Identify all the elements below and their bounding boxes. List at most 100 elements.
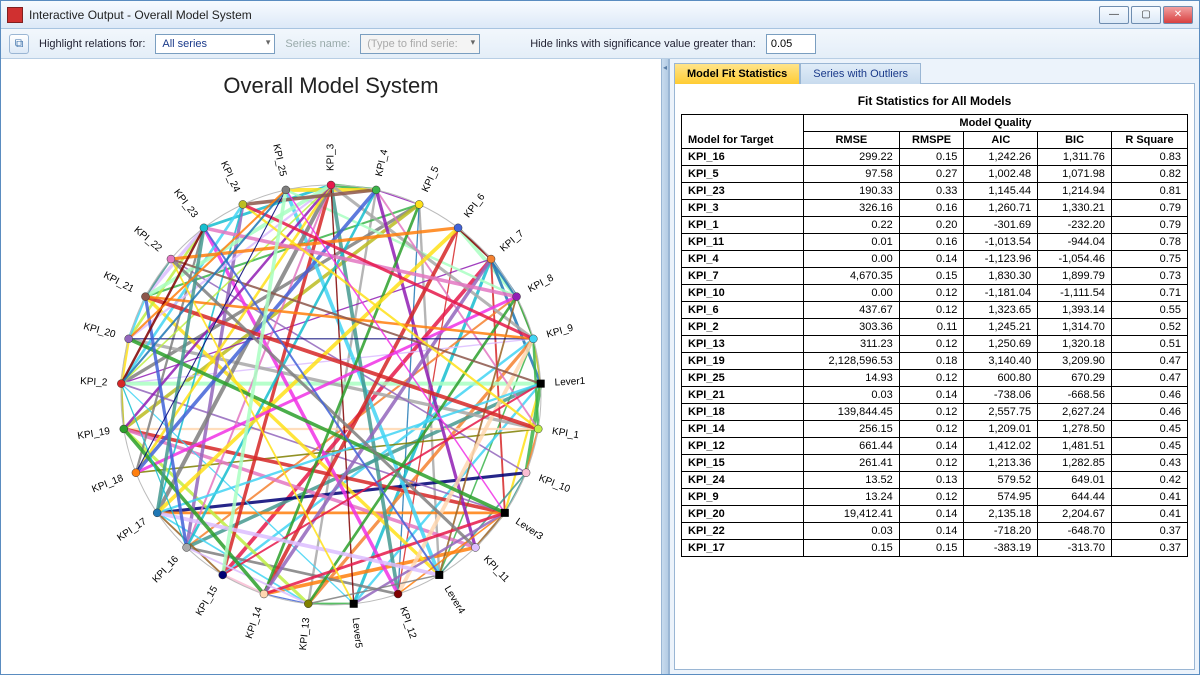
window-title: Interactive Output - Overall Model Syste… <box>29 8 1093 22</box>
tab-outliers[interactable]: Series with Outliers <box>800 63 921 84</box>
node-KPI_24[interactable] <box>239 200 247 208</box>
cell-value: 1,278.50 <box>1038 421 1112 438</box>
table-row[interactable]: KPI_13311.230.121,250.691,320.180.51 <box>682 336 1188 353</box>
table-row[interactable]: KPI_100.000.12-1,181.04-1,111.540.71 <box>682 285 1188 302</box>
node-KPI_23[interactable] <box>200 224 208 232</box>
node-Lever4[interactable] <box>435 571 443 579</box>
node-KPI_7[interactable] <box>487 255 495 263</box>
tab-model-fit[interactable]: Model Fit Statistics <box>674 63 800 84</box>
cell-target: KPI_1 <box>682 217 804 234</box>
table-row[interactable]: KPI_23190.330.331,145.441,214.940.81 <box>682 183 1188 200</box>
table-row[interactable]: KPI_170.150.15-383.19-313.700.37 <box>682 540 1188 557</box>
table-row[interactable]: KPI_220.030.14-718.20-648.700.37 <box>682 523 1188 540</box>
table-row[interactable]: KPI_18139,844.450.122,557.752,627.240.46 <box>682 404 1188 421</box>
table-row[interactable]: KPI_10.220.20-301.69-232.200.79 <box>682 217 1188 234</box>
minimize-button[interactable]: — <box>1099 6 1129 24</box>
node-KPI_8[interactable] <box>513 293 521 301</box>
node-KPI_20[interactable] <box>125 335 133 343</box>
cell-value: 326.16 <box>803 200 899 217</box>
table-row[interactable]: KPI_210.030.14-738.06-668.560.46 <box>682 387 1188 404</box>
table-row[interactable]: KPI_2303.360.111,245.211,314.700.52 <box>682 319 1188 336</box>
cell-value: 0.22 <box>803 217 899 234</box>
node-KPI_12[interactable] <box>394 590 402 598</box>
node-KPI_10[interactable] <box>522 469 530 477</box>
node-label: KPI_9 <box>545 323 575 341</box>
node-KPI_14[interactable] <box>260 590 268 598</box>
node-KPI_13[interactable] <box>304 600 312 608</box>
cell-value: 0.83 <box>1111 149 1187 166</box>
node-label: KPI_22 <box>132 225 164 255</box>
node-KPI_6[interactable] <box>454 224 462 232</box>
node-KPI_2[interactable] <box>117 380 125 388</box>
cell-value: 649.01 <box>1038 472 1112 489</box>
significance-threshold-input[interactable]: 0.05 <box>766 34 816 54</box>
cell-value: 670.29 <box>1038 370 1112 387</box>
table-row[interactable]: KPI_110.010.16-1,013.54-944.040.78 <box>682 234 1188 251</box>
node-KPI_15[interactable] <box>219 571 227 579</box>
node-Lever1[interactable] <box>537 380 545 388</box>
table-row[interactable]: KPI_6437.670.121,323.651,393.140.55 <box>682 302 1188 319</box>
table-row[interactable]: KPI_2019,412.410.142,135.182,204.670.41 <box>682 506 1188 523</box>
node-KPI_9[interactable] <box>529 335 537 343</box>
node-KPI_17[interactable] <box>153 509 161 517</box>
node-KPI_18[interactable] <box>132 469 140 477</box>
node-label: KPI_6 <box>462 191 487 220</box>
cell-value: 0.01 <box>803 234 899 251</box>
table-row[interactable]: KPI_597.580.271,002.481,071.980.82 <box>682 166 1188 183</box>
cell-target: KPI_12 <box>682 438 804 455</box>
cell-value: 256.15 <box>803 421 899 438</box>
node-KPI_11[interactable] <box>471 543 479 551</box>
node-KPI_4[interactable] <box>372 186 380 194</box>
node-KPI_19[interactable] <box>120 425 128 433</box>
splitter-grip-icon <box>663 59 667 72</box>
table-row[interactable]: KPI_40.000.14-1,123.96-1,054.460.75 <box>682 251 1188 268</box>
cell-value: 1,393.14 <box>1038 302 1112 319</box>
cell-value: 0.14 <box>899 387 964 404</box>
col-rmse[interactable]: RMSE <box>803 132 899 149</box>
cell-value: 3,209.90 <box>1038 353 1112 370</box>
table-row[interactable]: KPI_14256.150.121,209.011,278.500.45 <box>682 421 1188 438</box>
node-KPI_5[interactable] <box>415 200 423 208</box>
col-bic[interactable]: BIC <box>1038 132 1112 149</box>
node-label: KPI_24 <box>218 160 242 195</box>
col-aic[interactable]: AIC <box>964 132 1038 149</box>
close-button[interactable]: ✕ <box>1163 6 1193 24</box>
pane-splitter[interactable] <box>661 59 669 674</box>
cell-value: 437.67 <box>803 302 899 319</box>
node-Lever5[interactable] <box>350 600 358 608</box>
cell-value: 13.24 <box>803 489 899 506</box>
table-row[interactable]: KPI_3326.160.161,260.711,330.210.79 <box>682 200 1188 217</box>
cell-target: KPI_23 <box>682 183 804 200</box>
node-KPI_21[interactable] <box>141 293 149 301</box>
maximize-button[interactable]: ▢ <box>1131 6 1161 24</box>
cell-value: 261.41 <box>803 455 899 472</box>
node-Lever3[interactable] <box>501 509 509 517</box>
table-row[interactable]: KPI_16299.220.151,242.261,311.760.83 <box>682 149 1188 166</box>
node-label: KPI_1 <box>551 426 580 441</box>
table-row[interactable]: KPI_192,128,596.530.183,140.403,209.900.… <box>682 353 1188 370</box>
col-rmspe[interactable]: RMSPE <box>899 132 964 149</box>
col-r-square[interactable]: R Square <box>1111 132 1187 149</box>
relations-chart[interactable]: KPI_3KPI_4KPI_5KPI_6KPI_7KPI_8KPI_9Lever… <box>21 105 641 665</box>
highlight-series-dropdown[interactable]: All series <box>155 34 275 54</box>
cell-target: KPI_21 <box>682 387 804 404</box>
table-row[interactable]: KPI_2413.520.13579.52649.010.42 <box>682 472 1188 489</box>
node-KPI_1[interactable] <box>534 425 542 433</box>
significance-threshold-value: 0.05 <box>771 38 792 50</box>
node-KPI_22[interactable] <box>167 255 175 263</box>
copy-icon[interactable]: ⧉ <box>9 34 29 54</box>
series-name-input[interactable]: (Type to find serie: <box>360 34 480 54</box>
table-row[interactable]: KPI_12661.440.141,412.021,481.510.45 <box>682 438 1188 455</box>
cell-value: 0.33 <box>899 183 964 200</box>
table-row[interactable]: KPI_913.240.12574.95644.440.41 <box>682 489 1188 506</box>
node-KPI_16[interactable] <box>183 543 191 551</box>
cell-target: KPI_19 <box>682 353 804 370</box>
cell-value: 644.44 <box>1038 489 1112 506</box>
table-row[interactable]: KPI_74,670.350.151,830.301,899.790.73 <box>682 268 1188 285</box>
node-label: Lever5 <box>350 617 364 649</box>
table-row[interactable]: KPI_2514.930.12600.80670.290.47 <box>682 370 1188 387</box>
table-row[interactable]: KPI_15261.410.121,213.361,282.850.43 <box>682 455 1188 472</box>
cell-value: 1,260.71 <box>964 200 1038 217</box>
node-KPI_3[interactable] <box>327 181 335 189</box>
node-KPI_25[interactable] <box>282 186 290 194</box>
